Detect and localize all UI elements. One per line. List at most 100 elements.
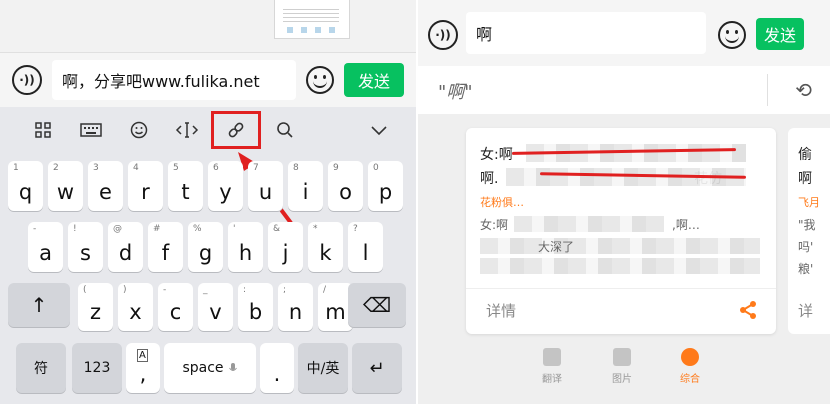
backspace-key[interactable]: ⌫: [348, 283, 406, 327]
key-n[interactable]: ; n: [278, 283, 313, 331]
key-secondary-label: &: [273, 224, 281, 234]
key-label: a: [39, 241, 52, 265]
enter-key[interactable]: ↵: [352, 343, 402, 393]
key-secondary-label: 5: [173, 163, 179, 173]
key-i[interactable]: 8i: [288, 161, 323, 211]
key-label: i: [302, 180, 309, 204]
key-secondary-label: (: [83, 285, 87, 295]
key-label: l: [362, 241, 369, 265]
key-x[interactable]: ) x: [118, 283, 153, 331]
key-q[interactable]: 1q: [8, 161, 43, 211]
right-screenshot: ·)) 啊 发送 "啊" ⟲ 女:啊 啊. 花仿 花粉俱… 女:啊 ,啊… 大深…: [418, 0, 830, 404]
key-secondary-label: 4: [133, 163, 139, 173]
key-label: n: [288, 300, 303, 324]
emoji-icon[interactable]: [306, 66, 334, 94]
key-b[interactable]: :b: [238, 283, 273, 331]
language-switch-key[interactable]: 中/英: [298, 343, 348, 393]
image-icon: [613, 348, 631, 366]
key-label: j: [282, 241, 289, 265]
key-s[interactable]: ! s: [68, 222, 103, 272]
results-area: 女:啊 啊. 花仿 花粉俱… 女:啊 ,啊… 大深了 详情 偷 啊 飞月 "我 …: [418, 114, 830, 404]
key-secondary-label: :: [243, 285, 247, 295]
key-label: g: [198, 241, 213, 265]
key-label: b: [248, 300, 263, 324]
key-secondary-label: ;: [283, 285, 287, 295]
mic-icon: [228, 363, 237, 371]
key-y[interactable]: 6y: [208, 161, 243, 211]
globe-icon: [681, 348, 699, 366]
key-c[interactable]: -c: [158, 283, 193, 331]
key-label: w: [56, 180, 75, 204]
key-secondary-label: 8: [293, 163, 299, 173]
key-secondary-label: !: [73, 224, 77, 234]
key-label: h: [238, 241, 253, 265]
soft-keyboard: 1q2w3e4r5t6y7u8i9o0p - a! s @ d # f% g ' h & j * k? l …: [0, 107, 416, 404]
key-secondary-label: 7: [253, 163, 259, 173]
left-screenshot: ·)) 啊，分享吧www.fulika.net 发送 1 q 2 w 3 e 4…: [0, 0, 416, 404]
key-o[interactable]: 9o: [328, 161, 363, 211]
chat-input-bar: ·)) 啊 发送: [418, 0, 830, 66]
key-f[interactable]: # f: [148, 222, 183, 272]
key-label: v: [209, 300, 222, 324]
shared-page-thumbnail[interactable]: [274, 0, 350, 39]
comma-key[interactable]: A ,: [126, 343, 160, 393]
send-button[interactable]: 发送: [344, 63, 404, 97]
key-label: u: [258, 180, 273, 204]
number-key[interactable]: 123: [72, 343, 122, 393]
result-card[interactable]: 女:啊 啊. 花仿 花粉俱… 女:啊 ,啊… 大深了 详情: [466, 128, 776, 334]
key-secondary-label: *: [313, 224, 318, 234]
tab-images[interactable]: 图片: [602, 348, 642, 385]
voice-input-icon[interactable]: ·)): [12, 65, 42, 95]
voice-input-icon[interactable]: ·)): [428, 20, 458, 50]
key-v[interactable]: _ v: [198, 283, 233, 331]
key-k[interactable]: * k: [308, 222, 343, 272]
key-secondary-label: #: [153, 224, 161, 234]
key-secondary-label: 3: [93, 163, 99, 173]
key-secondary-label: -: [33, 224, 37, 234]
key-label: s: [80, 241, 91, 265]
key-label: t: [181, 180, 190, 204]
key-e[interactable]: 3e: [88, 161, 123, 211]
key-label: y: [219, 180, 232, 204]
key-u[interactable]: 7u: [248, 161, 283, 211]
key-j[interactable]: & j: [268, 222, 303, 272]
key-secondary-label: /: [323, 285, 327, 295]
result-card-next[interactable]: 偷 啊 飞月 "我 吗' 粮' 详: [788, 128, 830, 334]
send-button[interactable]: 发送: [756, 18, 804, 50]
space-key[interactable]: space: [164, 343, 256, 393]
key-label: d: [118, 241, 133, 265]
key-z[interactable]: (z: [78, 283, 113, 331]
emoji-icon[interactable]: [718, 21, 746, 49]
key-a[interactable]: -a: [28, 222, 63, 272]
tab-general[interactable]: 综合: [670, 348, 710, 385]
key-secondary-label: ?: [353, 224, 358, 234]
query-text: "啊": [438, 82, 473, 103]
chat-input-bar: ·)) 啊，分享吧www.fulika.net 发送: [0, 52, 416, 107]
key-h[interactable]: ' h: [228, 222, 263, 272]
key-d[interactable]: @ d: [108, 222, 143, 272]
key-p[interactable]: 0p: [368, 161, 403, 211]
detail-link[interactable]: 详情: [486, 300, 516, 321]
key-secondary-label: _: [203, 285, 208, 295]
key-label: o: [339, 180, 352, 204]
key-r[interactable]: 4r: [128, 161, 163, 211]
key-label: k: [319, 241, 332, 265]
key-secondary-label: %: [193, 224, 202, 234]
key-label: p: [378, 180, 393, 204]
key-g[interactable]: % g: [188, 222, 223, 272]
symbol-key[interactable]: 符: [16, 343, 66, 393]
period-key[interactable]: .: [260, 343, 294, 393]
key-w[interactable]: 2w: [48, 161, 83, 211]
message-input[interactable]: 啊: [466, 12, 706, 54]
key-l[interactable]: ? l: [348, 222, 383, 272]
back-icon[interactable]: ⟲: [795, 78, 812, 102]
key-label: z: [89, 300, 102, 324]
key-secondary-label: ': [233, 224, 236, 234]
shift-key[interactable]: ↑: [8, 283, 70, 327]
key-t[interactable]: 5t: [168, 161, 203, 211]
key-label: q: [18, 180, 33, 204]
key-secondary-label: -: [163, 285, 167, 295]
tab-translate[interactable]: 翻译: [532, 348, 572, 385]
share-icon[interactable]: [738, 300, 758, 320]
message-input[interactable]: 啊，分享吧www.fulika.net: [52, 60, 296, 100]
